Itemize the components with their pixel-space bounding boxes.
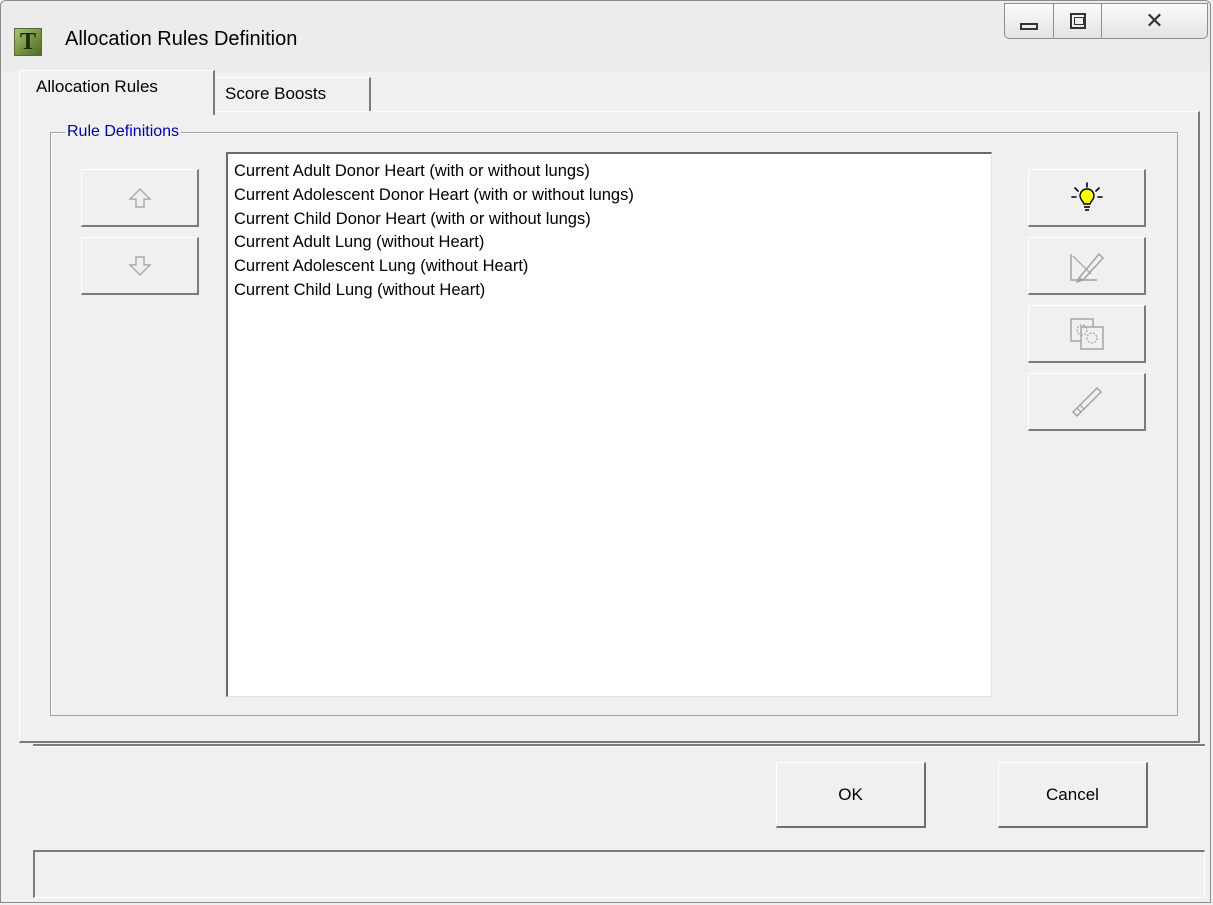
ok-button-label: OK (838, 784, 863, 804)
group-label: Rule Definitions (65, 123, 182, 141)
app-icon-letter: T (19, 29, 36, 55)
tab-label: Allocation Rules (36, 77, 158, 96)
close-button[interactable]: ✕ (1102, 3, 1208, 39)
title-bar[interactable]: T Allocation Rules Definition ✕ (1, 1, 1210, 71)
footer-separator (33, 744, 1205, 747)
app-icon: T (14, 28, 42, 56)
list-item[interactable]: Current Child Lung (without Heart) (234, 279, 991, 303)
maximize-button[interactable] (1054, 3, 1102, 39)
minimize-icon (1020, 22, 1038, 30)
tab-score-boosts[interactable]: Score Boosts (215, 77, 371, 111)
window-title: Allocation Rules Definition (65, 28, 298, 50)
dialog-window: T Allocation Rules Definition ✕ Allocati… (0, 0, 1211, 903)
tab-allocation-rules[interactable]: Allocation Rules (19, 70, 215, 115)
status-bar (33, 850, 1205, 898)
list-item[interactable]: Current Adolescent Lung (without Heart) (234, 255, 991, 279)
ok-button[interactable]: OK (776, 762, 926, 828)
close-icon: ✕ (1145, 8, 1164, 34)
list-item[interactable]: Current Adult Lung (without Heart) (234, 231, 991, 255)
rules-listbox[interactable]: Current Adult Donor Heart (with or witho… (226, 152, 992, 697)
window-controls: ✕ (1004, 3, 1208, 39)
cancel-button-label: Cancel (1046, 784, 1099, 804)
cancel-button[interactable]: Cancel (998, 762, 1148, 828)
list-item[interactable]: Current Adult Donor Heart (with or witho… (234, 160, 991, 184)
maximize-icon (1069, 13, 1086, 29)
minimize-button[interactable] (1004, 3, 1054, 39)
list-item[interactable]: Current Child Donor Heart (with or witho… (234, 208, 991, 232)
list-item[interactable]: Current Adolescent Donor Heart (with or … (234, 184, 991, 208)
tab-label: Score Boosts (225, 84, 327, 103)
